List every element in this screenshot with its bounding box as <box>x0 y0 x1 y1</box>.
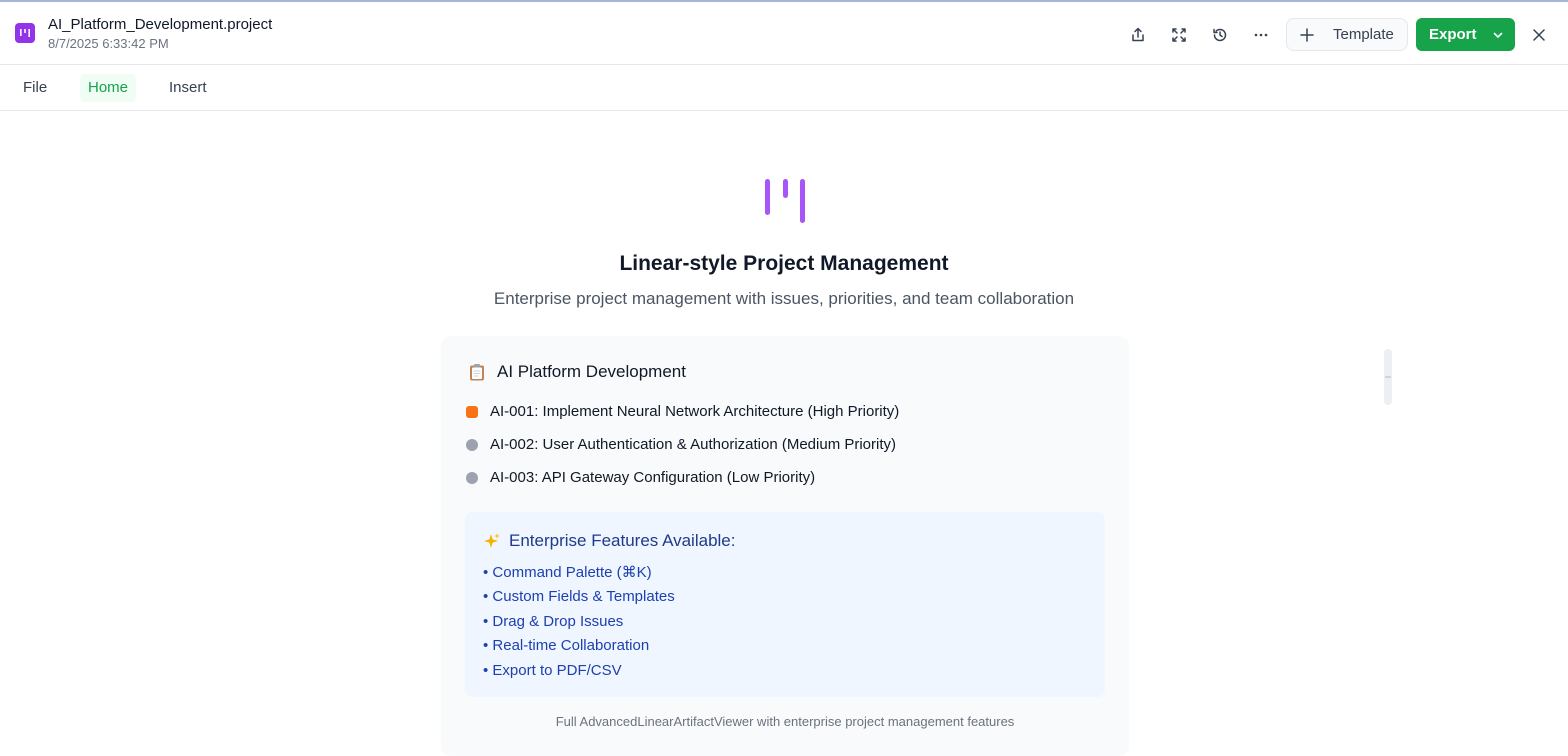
issue-label: AI-001: Implement Neural Network Archite… <box>490 403 900 420</box>
priority-low-indicator <box>466 471 478 484</box>
issue-row[interactable]: AI-001: Implement Neural Network Archite… <box>466 403 899 420</box>
issue-row[interactable]: AI-002: User Authentication & Authorizat… <box>466 436 896 453</box>
page-subtitle: Enterprise project management with issue… <box>493 289 1075 308</box>
close-icon <box>1533 29 1545 41</box>
sparkles-icon <box>484 533 500 548</box>
priority-high-indicator <box>466 405 478 418</box>
features-title: Enterprise Features Available: <box>509 531 736 550</box>
history-icon <box>1213 28 1227 42</box>
file-timestamp: 8/7/2025 6:33:42 PM <box>48 36 169 51</box>
file-name: AI_Platform_Development.project <box>48 16 273 33</box>
feature-item: • Export to PDF/CSV <box>483 662 622 679</box>
feature-item: • Real-time Collaboration <box>483 637 650 654</box>
project-title: AI Platform Development <box>497 362 686 381</box>
menu-home[interactable]: Home <box>80 74 137 102</box>
issue-label: AI-003: API Gateway Configuration (Low P… <box>490 469 816 486</box>
viewer-footnote: Full AdvancedLinearArtifactViewer with e… <box>555 714 1015 729</box>
plus-icon <box>1299 27 1315 43</box>
chevron-down-icon[interactable] <box>1491 28 1505 42</box>
header-bar: AI_Platform_Development.project 8/7/2025… <box>0 2 1568 65</box>
clipboard-icon <box>470 364 484 381</box>
feature-item: • Custom Fields & Templates <box>483 588 675 605</box>
fullscreen-icon <box>1172 28 1186 42</box>
issue-label: AI-002: User Authentication & Authorizat… <box>490 436 897 453</box>
project-header: AI Platform Development <box>468 362 686 382</box>
template-button[interactable]: Template <box>1286 18 1408 51</box>
linear-logo-icon <box>15 23 35 43</box>
feature-item: • Command Palette (⌘K) <box>483 564 652 581</box>
share-icon <box>1132 27 1144 42</box>
fullscreen-button[interactable] <box>1164 20 1194 50</box>
linear-logo-icon <box>765 179 805 223</box>
close-button[interactable] <box>1527 23 1551 47</box>
template-button-label: Template <box>1333 26 1394 43</box>
features-panel: Enterprise Features Available: • Command… <box>465 512 1105 697</box>
feature-item: • Drag & Drop Issues <box>483 613 624 630</box>
features-header: Enterprise Features Available: <box>483 531 735 551</box>
scrollbar-grip <box>1385 376 1391 378</box>
more-icon <box>1254 33 1268 37</box>
issue-row[interactable]: AI-003: API Gateway Configuration (Low P… <box>466 469 815 486</box>
priority-medium-indicator <box>466 438 478 451</box>
menu-insert[interactable]: Insert <box>161 74 215 102</box>
scrollbar-thumb[interactable] <box>1384 349 1392 405</box>
export-button-label: Export <box>1429 26 1477 43</box>
menu-bar: File Home Insert <box>0 65 1568 111</box>
page-title: Linear-style Project Management <box>619 252 949 275</box>
history-button[interactable] <box>1205 20 1235 50</box>
more-button[interactable] <box>1246 20 1276 50</box>
project-card: AI Platform Development AI-001: Implemen… <box>441 336 1129 756</box>
share-button[interactable] <box>1123 20 1153 50</box>
export-button[interactable]: Export <box>1416 18 1515 51</box>
menu-file[interactable]: File <box>15 74 55 102</box>
